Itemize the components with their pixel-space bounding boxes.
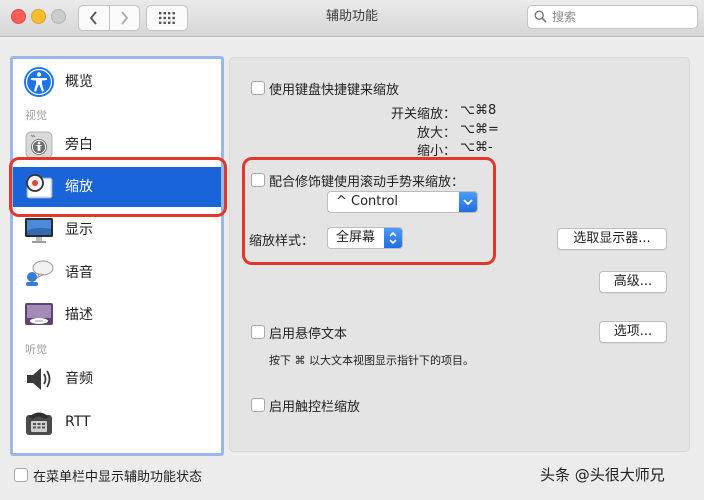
sidebar-item-label: 语音 — [65, 265, 93, 281]
shortcut-toggle-label: 开关缩放： — [390, 107, 456, 122]
shortcut-zoom-in-key: ⌥⌘= — [460, 122, 499, 137]
annotation-highlight-options — [242, 157, 496, 265]
shortcut-zoom-out-key: ⌥⌘- — [460, 140, 493, 155]
chevron-left-icon — [89, 11, 97, 25]
minimize-window-button[interactable] — [31, 9, 46, 24]
section-header-hearing: 听觉 — [25, 343, 47, 356]
hover-text-options-button[interactable]: 选项... — [599, 321, 667, 343]
annotation-highlight-sidebar — [9, 157, 227, 217]
hover-text-help: 按下 ⌘ 以大文本视图显示指针下的项目。 — [269, 354, 474, 367]
touch-bar-zoom-checkbox[interactable] — [251, 398, 265, 412]
hover-text-checkbox[interactable] — [251, 325, 265, 339]
sidebar: 概览 视觉 旁白 缩放 显示 语音 描述 听觉 音频 RTT — [10, 56, 224, 456]
sidebar-item-label: 概览 — [65, 74, 93, 90]
watermark-text: 头条 @头很大师兄 — [540, 466, 665, 484]
sidebar-item-label: RTT — [65, 414, 91, 430]
keyboard-shortcuts-label: 使用键盘快捷键来缩放 — [269, 83, 400, 98]
zoom-window-button[interactable] — [51, 9, 66, 24]
sidebar-item-rtt[interactable]: RTT — [13, 402, 221, 442]
advanced-button[interactable]: 高级... — [599, 271, 667, 293]
display-icon — [25, 218, 53, 243]
chevron-right-icon — [121, 11, 129, 25]
section-header-vision: 视觉 — [25, 109, 47, 122]
menu-bar-status-label: 在菜单栏中显示辅助功能状态 — [33, 470, 203, 485]
hover-text-label: 启用悬停文本 — [269, 327, 348, 342]
touch-bar-zoom-label: 启用触控栏缩放 — [269, 400, 361, 415]
shortcut-zoom-in-label: 放大： — [416, 126, 456, 141]
close-window-button[interactable] — [11, 9, 26, 24]
back-button[interactable] — [79, 6, 109, 30]
rtt-icon — [26, 412, 52, 435]
navigation-buttons — [78, 5, 140, 31]
menu-bar-status-checkbox[interactable] — [14, 468, 28, 482]
title-bar: 辅助功能 — [0, 0, 704, 37]
audio-icon — [27, 368, 51, 390]
shortcut-toggle-key: ⌥⌘8 — [460, 103, 497, 118]
sidebar-item-audio[interactable]: 音频 — [13, 359, 221, 399]
search-field[interactable] — [527, 5, 698, 29]
sidebar-item-speech[interactable]: 语音 — [13, 253, 221, 293]
grid-icon — [159, 12, 175, 24]
keyboard-shortcuts-checkbox[interactable] — [251, 81, 265, 95]
descriptions-icon — [25, 303, 53, 325]
search-input[interactable] — [550, 7, 694, 27]
sidebar-item-overview[interactable]: 概览 — [13, 62, 221, 102]
accessibility-icon — [24, 67, 54, 97]
search-icon — [534, 10, 547, 23]
forward-button[interactable] — [108, 6, 140, 30]
sidebar-item-label: 描述 — [65, 307, 93, 323]
speech-icon — [26, 260, 54, 286]
sidebar-item-descriptions[interactable]: 描述 — [13, 295, 221, 335]
sidebar-item-label: 音频 — [65, 371, 93, 387]
choose-display-button[interactable]: 选取显示器... — [557, 228, 667, 250]
show-all-button[interactable] — [146, 5, 188, 31]
